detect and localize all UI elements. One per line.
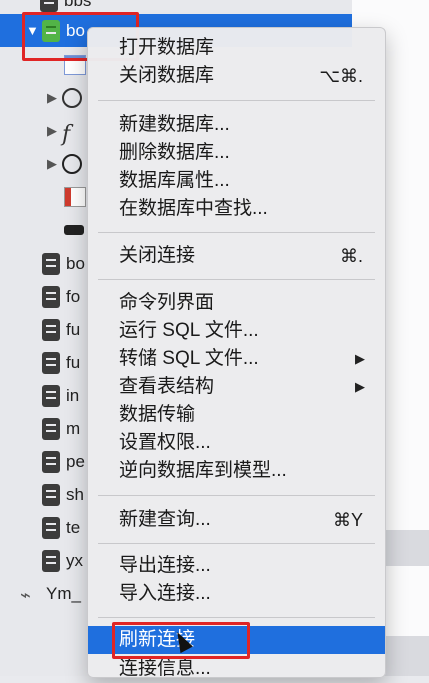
tree-item-label: bo	[66, 253, 85, 273]
database-open-icon	[42, 19, 60, 42]
tree-item-label: fo	[66, 286, 81, 306]
database-icon	[42, 252, 60, 275]
collapsed-arrow-icon[interactable]: ▶	[46, 156, 58, 172]
menu-item-import-connection[interactable]: 导入连接...	[88, 580, 385, 608]
tree-item-connection[interactable]: ⌁ Ym_	[20, 577, 81, 610]
menu-separator	[98, 279, 375, 280]
database-icon	[42, 285, 60, 308]
tree-item-label: bbs	[64, 0, 92, 10]
menu-separator	[98, 617, 375, 618]
submenu-arrow-icon: ▶	[355, 379, 365, 394]
backup-icon	[64, 224, 84, 235]
shortcut-label: ⌘Y	[332, 510, 363, 530]
menu-item-view-table-structure[interactable]: 查看表结构 ▶	[88, 373, 385, 401]
tree-item-views[interactable]: ▶	[46, 81, 88, 114]
menu-item-close-connection[interactable]: 关闭连接 ⌘.	[88, 242, 385, 270]
tree-item-database[interactable]: pe	[42, 445, 85, 478]
tree-item-database[interactable]: fo	[42, 280, 80, 313]
collapsed-arrow-icon[interactable]: ▶	[46, 123, 58, 139]
tree-item-label: pe	[66, 451, 85, 471]
tree-item-database[interactable]: yx	[42, 544, 83, 577]
menu-item-command-line[interactable]: 命令列界面	[88, 289, 385, 317]
connection-icon: ⌁	[20, 584, 31, 605]
menu-item-run-sql-file[interactable]: 运行 SQL 文件...	[88, 317, 385, 345]
tree-item-label: sh	[66, 484, 84, 504]
collapsed-arrow-icon[interactable]: ▶	[46, 90, 58, 106]
database-icon	[40, 0, 58, 12]
menu-separator	[98, 100, 375, 101]
tree-item-database[interactable]: sh	[42, 478, 84, 511]
tree-item-label: in	[66, 385, 80, 405]
database-icon	[42, 450, 60, 473]
tree-item-database[interactable]: m	[42, 412, 80, 445]
database-icon	[42, 549, 60, 572]
menu-item-delete-database[interactable]: 删除数据库...	[88, 139, 385, 167]
tree-item-events[interactable]: ▶	[46, 147, 88, 180]
tree-item-database[interactable]: in	[42, 379, 79, 412]
tree-item-label: te	[66, 517, 81, 537]
database-icon	[42, 384, 60, 407]
tree-item-label: fu	[66, 319, 81, 339]
context-menu: 打开数据库 关闭数据库 ⌥⌘. 新建数据库... 删除数据库... 数据库属性.…	[87, 27, 386, 679]
database-icon	[42, 417, 60, 440]
database-icon	[42, 483, 60, 506]
menu-item-set-permissions[interactable]: 设置权限...	[88, 429, 385, 457]
tree-item-functions[interactable]: ▶ f	[46, 114, 88, 147]
table-icon	[64, 54, 86, 75]
tree-item-database[interactable]: fu	[42, 346, 80, 379]
tree-item-database[interactable]: fu	[42, 313, 80, 346]
submenu-arrow-icon: ▶	[355, 351, 365, 366]
event-timer-icon	[62, 153, 82, 174]
tree-item-database[interactable]: te	[42, 511, 80, 544]
tree-item-label: bo	[66, 20, 85, 40]
menu-item-connection-info[interactable]: 连接信息...	[88, 655, 385, 683]
menu-item-export-connection[interactable]: 导出连接...	[88, 552, 385, 580]
tree-item-label: yx	[66, 550, 83, 570]
tree-item-label: fu	[66, 352, 81, 372]
shortcut-label: ⌥⌘.	[319, 66, 363, 86]
menu-separator	[98, 232, 375, 233]
menu-item-database-properties[interactable]: 数据库属性...	[88, 167, 385, 195]
tree-item-database[interactable]: bo	[42, 247, 85, 280]
menu-item-dump-sql-file[interactable]: 转储 SQL 文件... ▶	[88, 345, 385, 373]
menu-item-refresh-connection[interactable]: 刷新连接	[88, 626, 385, 654]
database-icon	[42, 351, 60, 374]
view-icon	[62, 87, 82, 108]
database-icon	[42, 318, 60, 341]
menu-item-new-database[interactable]: 新建数据库...	[88, 111, 385, 139]
menu-item-open-database[interactable]: 打开数据库	[88, 34, 385, 62]
tree-item-label: m	[66, 418, 81, 438]
menu-item-reverse-to-model[interactable]: 逆向数据库到模型...	[88, 457, 385, 485]
shortcut-label: ⌘.	[339, 246, 363, 266]
menu-separator	[98, 495, 375, 496]
report-icon	[64, 186, 86, 207]
tree-item-label: Ym_	[46, 583, 81, 603]
menu-item-data-transfer[interactable]: 数据传输	[88, 401, 385, 429]
menu-item-new-query[interactable]: 新建查询... ⌘Y	[88, 506, 385, 534]
database-icon	[42, 516, 60, 539]
menu-separator	[98, 543, 375, 544]
expanded-arrow-icon[interactable]: ▼	[26, 23, 39, 38]
menu-item-close-database[interactable]: 关闭数据库 ⌥⌘.	[88, 62, 385, 90]
function-icon: f	[62, 121, 71, 147]
menu-item-find-in-database[interactable]: 在数据库中查找...	[88, 195, 385, 223]
